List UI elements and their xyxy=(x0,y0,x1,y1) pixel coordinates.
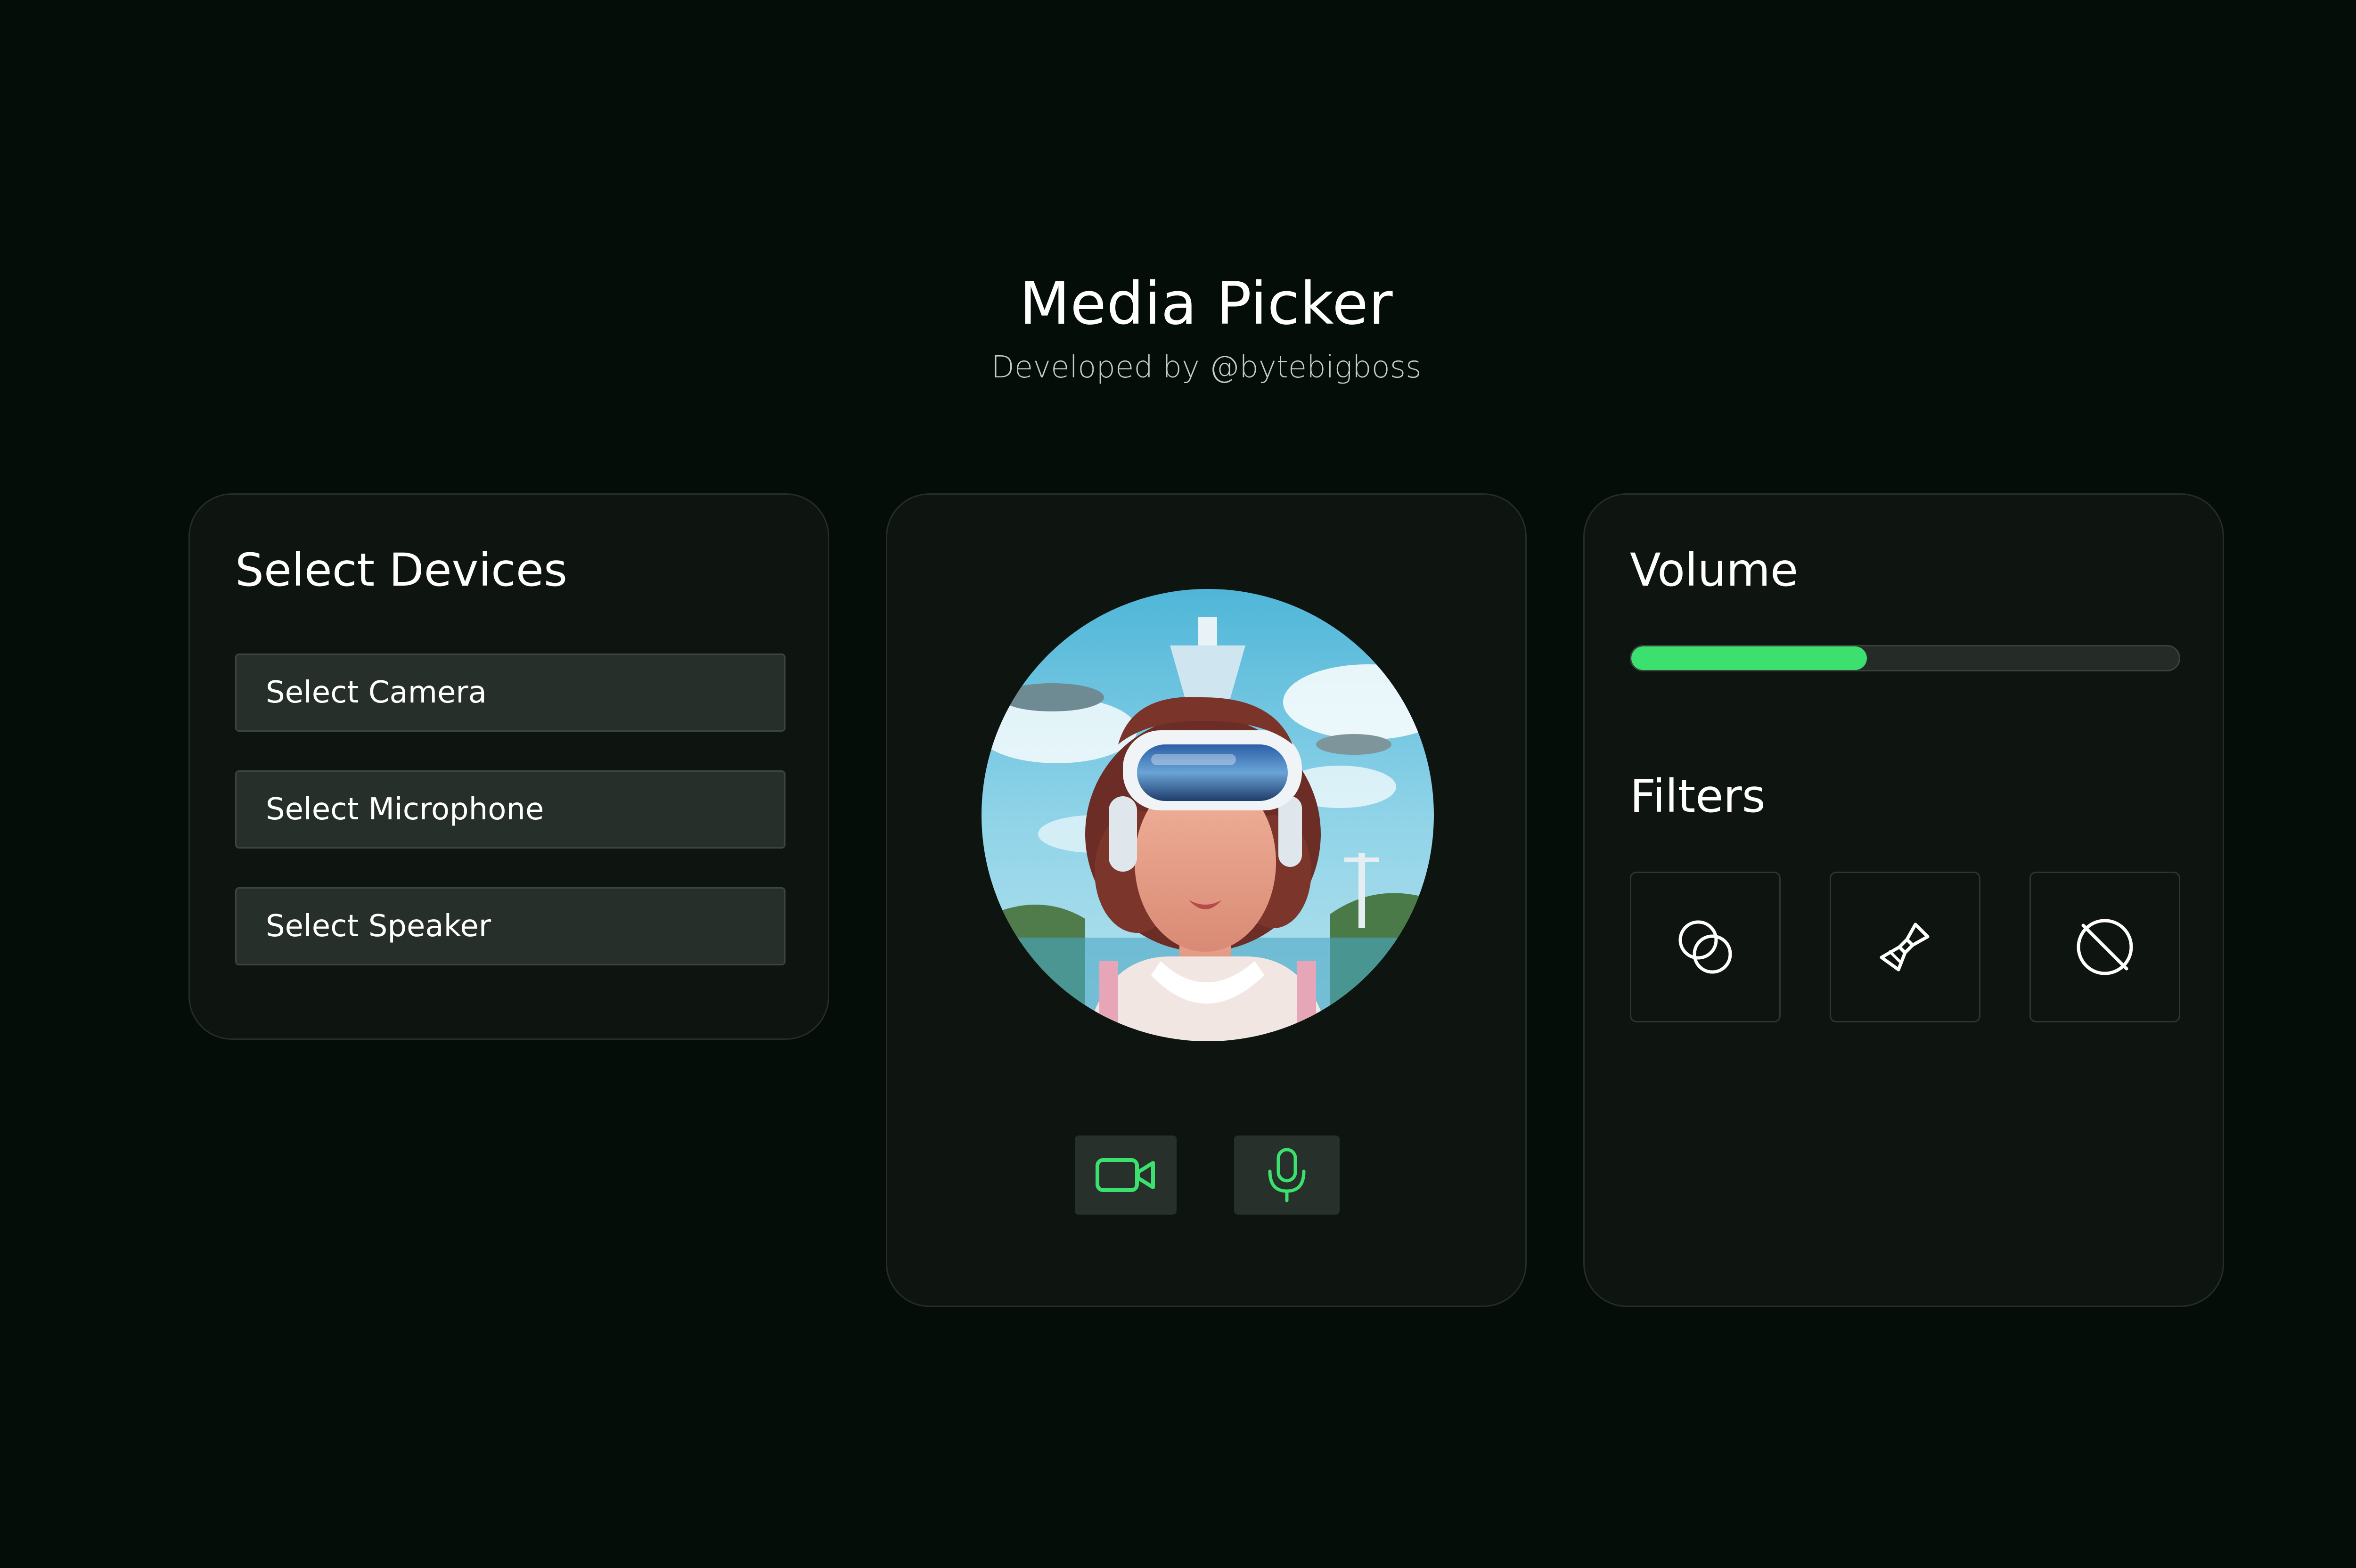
blend-circles-icon xyxy=(1678,920,1732,974)
preview-card xyxy=(886,493,1527,1307)
filter-blend-button[interactable] xyxy=(1630,872,1781,1022)
page-header: Media Picker Developed by @bytebigboss xyxy=(0,264,2356,391)
toggle-microphone-button[interactable] xyxy=(1234,1135,1340,1215)
volume-heading: Volume xyxy=(1630,544,1799,596)
volume-slider[interactable] xyxy=(1630,645,2180,671)
select-devices-card: Select Devices Select Camera Select Micr… xyxy=(188,493,829,1040)
filter-none-button[interactable] xyxy=(2029,872,2180,1022)
page-subtitle: Developed by @bytebigboss xyxy=(991,350,1422,385)
no-filter-icon xyxy=(2077,919,2133,975)
filters-heading: Filters xyxy=(1630,770,1766,823)
select-devices-heading: Select Devices xyxy=(235,544,567,596)
avatar xyxy=(982,589,1434,1041)
filter-brush-button[interactable] xyxy=(1830,872,1980,1022)
speaker-select[interactable]: Select Speaker xyxy=(235,887,785,965)
video-camera-icon xyxy=(1096,1158,1155,1192)
volume-filters-card: Volume Filters xyxy=(1583,493,2224,1307)
paint-brush-icon xyxy=(1880,923,1930,972)
microphone-select[interactable]: Select Microphone xyxy=(235,770,785,849)
camera-select[interactable]: Select Camera xyxy=(235,653,785,732)
page-title: Media Picker xyxy=(1019,270,1393,338)
microphone-icon xyxy=(1268,1148,1306,1202)
toggle-camera-button[interactable] xyxy=(1075,1135,1177,1215)
volume-level-fill xyxy=(1631,646,1867,670)
vr-avatar-illustration xyxy=(982,589,1434,1041)
